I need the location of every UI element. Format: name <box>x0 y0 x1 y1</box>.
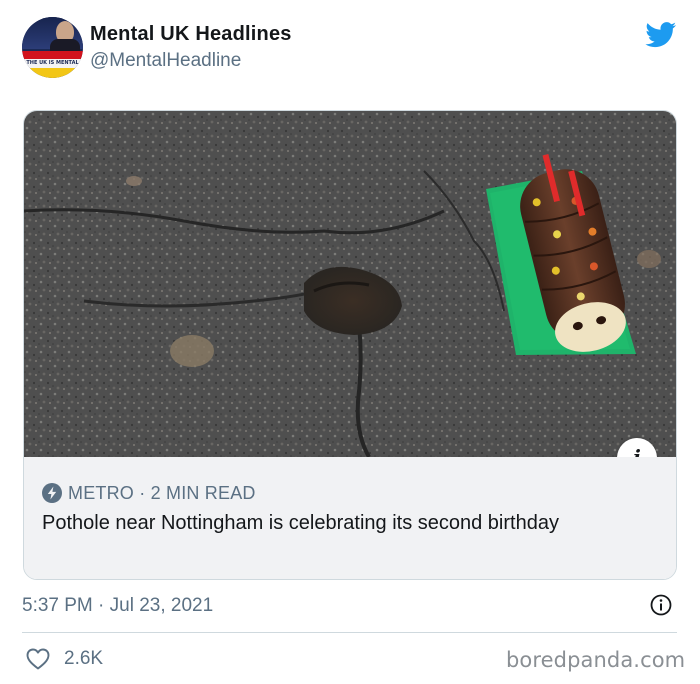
like-count[interactable]: 2.6K <box>64 648 103 670</box>
avatar-breaking-bar <box>22 51 83 59</box>
tweet: THE UK IS MENTAL Mental UK Headlines @Me… <box>0 0 700 684</box>
link-card[interactable]: i METRO · 2 MIN READ Pothole near Nottin… <box>23 110 677 580</box>
source-label: METRO · 2 MIN READ <box>68 482 256 503</box>
twitter-bird-icon[interactable] <box>645 22 677 48</box>
avatar-ticker-bar <box>22 68 83 78</box>
pothole-photo <box>24 111 676 457</box>
avatar[interactable]: THE UK IS MENTAL <box>22 17 83 78</box>
watermark: boredpanda.com <box>506 648 686 672</box>
card-source: METRO · 2 MIN READ <box>42 483 256 503</box>
user-handle[interactable]: @MentalHeadline <box>90 50 241 72</box>
heart-icon[interactable] <box>26 648 50 670</box>
display-name[interactable]: Mental UK Headlines <box>90 23 292 46</box>
tweet-timestamp[interactable]: 5:37 PM · Jul 23, 2021 <box>22 595 213 617</box>
info-circle-icon[interactable] <box>650 594 672 616</box>
lightning-bolt-icon <box>42 483 62 503</box>
card-image[interactable]: i <box>24 111 676 457</box>
divider <box>22 632 677 633</box>
info-badge-icon: i <box>633 445 641 457</box>
card-title[interactable]: Pothole near Nottingham is celebrating i… <box>42 511 632 535</box>
card-details[interactable]: METRO · 2 MIN READ Pothole near Nottingh… <box>24 457 676 579</box>
avatar-caption: THE UK IS MENTAL <box>22 59 83 68</box>
tweet-header: THE UK IS MENTAL Mental UK Headlines @Me… <box>22 17 682 79</box>
